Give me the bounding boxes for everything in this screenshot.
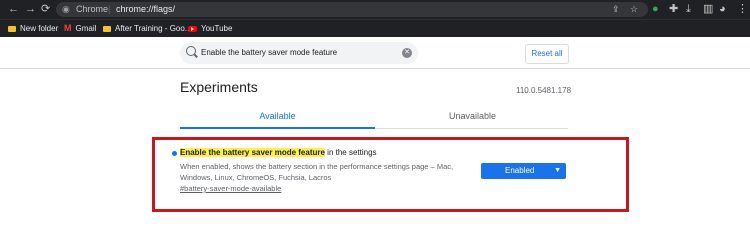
search-input[interactable]: Enable the battery saver mode feature ✕ — [180, 42, 418, 64]
bookmark-after-training[interactable]: After Training - Goo... — [103, 20, 191, 37]
experiment-name-highlight: Enable the battery saver mode feature — [180, 148, 325, 157]
bookmark-star-icon[interactable]: ☆ — [630, 2, 638, 17]
tab-active-indicator — [180, 127, 375, 129]
bookmark-youtube[interactable]: YouTube — [188, 20, 232, 37]
bookmark-new-folder[interactable]: New folder — [8, 20, 58, 37]
download-icon[interactable]: ⤓ — [686, 0, 691, 19]
tab-available[interactable]: Available — [180, 111, 375, 121]
reload-icon[interactable]: ⟳ — [41, 0, 50, 19]
address-bar[interactable]: ◉ Chrome | chrome://flags/ ⇪ ☆ — [56, 2, 648, 17]
omnibox-site: Chrome — [76, 4, 109, 14]
experiment-name-rest: in the settings — [324, 148, 377, 157]
folder-icon — [8, 25, 16, 32]
share-icon[interactable]: ⇪ — [612, 2, 620, 17]
extensions-puzzle-icon[interactable]: ✚ — [669, 0, 678, 19]
avatar[interactable]: ◕ — [719, 0, 726, 19]
browser-toolbar: ← → ⟳ ◉ Chrome | chrome://flags/ ⇪ ☆ ● ✚… — [0, 0, 750, 19]
side-panel-icon[interactable]: ▥ — [703, 0, 713, 19]
extension-icon[interactable]: ● — [652, 0, 659, 19]
gmail-icon: M — [64, 23, 72, 33]
bookmark-label: Gmail — [75, 24, 97, 33]
youtube-icon — [188, 25, 197, 32]
search-icon — [186, 46, 196, 56]
bookmark-label: After Training - Goo... — [115, 24, 192, 33]
bookmark-gmail[interactable]: M Gmail — [64, 20, 96, 37]
forward-icon[interactable]: → — [25, 0, 36, 19]
experiment-name: Enable the battery saver mode feature in… — [180, 148, 377, 157]
menu-icon[interactable]: ⋮ — [737, 0, 748, 19]
page-title: Experiments — [180, 79, 258, 95]
site-info-icon[interactable]: ◉ — [62, 2, 70, 17]
omnibox-url[interactable]: chrome://flags/ — [116, 2, 175, 17]
folder-icon — [103, 25, 111, 32]
reset-all-button[interactable]: Reset all — [525, 44, 569, 64]
bookmark-label: New folder — [20, 24, 59, 33]
version-label: 110.0.5481.178 — [516, 86, 572, 95]
experiment-bullet-icon — [172, 151, 177, 156]
clear-search-icon[interactable]: ✕ — [402, 48, 412, 58]
back-icon[interactable]: ← — [8, 0, 19, 19]
tab-unavailable[interactable]: Unavailable — [375, 111, 570, 121]
bookmark-label: YouTube — [201, 24, 233, 33]
chevron-down-icon: ▼ — [554, 167, 561, 174]
experiment-link[interactable]: #battery-saver-mode-available — [180, 184, 281, 193]
omnibox-divider: | — [108, 4, 111, 14]
experiment-description: When enabled, shows the battery section … — [180, 162, 454, 182]
select-value: Enabled — [505, 166, 535, 175]
experiment-state-select[interactable]: Enabled ▼ — [481, 163, 566, 179]
bookmarks-bar: New folder M Gmail After Training - Goo.… — [0, 19, 750, 37]
search-input-value: Enable the battery saver mode feature — [201, 48, 338, 57]
